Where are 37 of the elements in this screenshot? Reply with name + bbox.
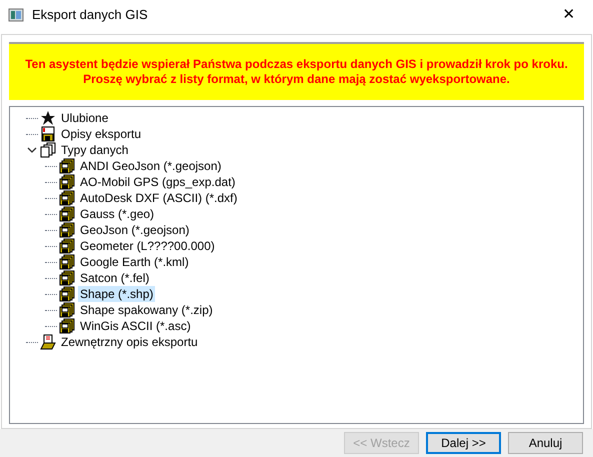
tree-item[interactable]: Zewnętrzny opis eksportu: [59, 334, 200, 350]
banner-text: Ten asystent będzie wspierał Państwa podczas eksportu danych GIS i prowadził krok po kroku.: [25, 57, 568, 72]
tree-item[interactable]: Shape (*.shp): [78, 286, 156, 302]
tree-item[interactable]: ANDI GeoJson (*.geojson): [78, 158, 224, 174]
tree-item[interactable]: Opisy eksportu: [59, 126, 144, 142]
floppy-stack-icon: [59, 270, 75, 286]
floppy-stack-icon: [59, 302, 75, 318]
tree-item[interactable]: Typy danych: [59, 142, 130, 158]
app-icon: [8, 7, 24, 23]
floppy-stack-icon: [59, 174, 75, 190]
close-button[interactable]: ✕: [553, 3, 585, 27]
tree-item[interactable]: Shape spakowany (*.zip): [78, 302, 215, 318]
tree-item[interactable]: Ulubione: [59, 110, 110, 126]
star-icon: [40, 110, 56, 126]
document-folder-icon: [40, 334, 56, 350]
window-title: Eksport danych GIS: [32, 6, 148, 24]
floppy-stack-icon: [59, 238, 75, 254]
floppy-stack-icon: [59, 206, 75, 222]
tree-item[interactable]: Geometer (L????00.000): [78, 238, 217, 254]
dialog-button[interactable]: Dalej >>: [426, 432, 501, 454]
banner-text: Proszę wybrać z listy format, w którym dane mają zostać wyeksportowane.: [83, 72, 510, 87]
tree-item[interactable]: AutoDesk DXF (ASCII) (*.dxf): [78, 190, 240, 206]
tree-item[interactable]: WinGis ASCII (*.asc): [78, 318, 193, 334]
tree-item[interactable]: AO-Mobil GPS (gps_exp.dat): [78, 174, 238, 190]
dialog-button[interactable]: Anuluj: [508, 432, 583, 454]
tree-item[interactable]: Google Earth (*.kml): [78, 254, 191, 270]
chevron-icon[interactable]: [27, 146, 37, 154]
floppy-stack-icon: [59, 286, 75, 302]
floppy-stack-icon: [59, 222, 75, 238]
tree-item[interactable]: GeoJson (*.geojson): [78, 222, 192, 238]
floppy-stack-icon: [59, 190, 75, 206]
documents-icon: [40, 142, 56, 158]
floppy-stack-icon: [59, 158, 75, 174]
floppy-stack-icon: [59, 318, 75, 334]
tree-item[interactable]: Gauss (*.geo): [78, 206, 156, 222]
tree-item[interactable]: Satcon (*.fel): [78, 270, 152, 286]
floppy-stack-icon: [59, 254, 75, 270]
